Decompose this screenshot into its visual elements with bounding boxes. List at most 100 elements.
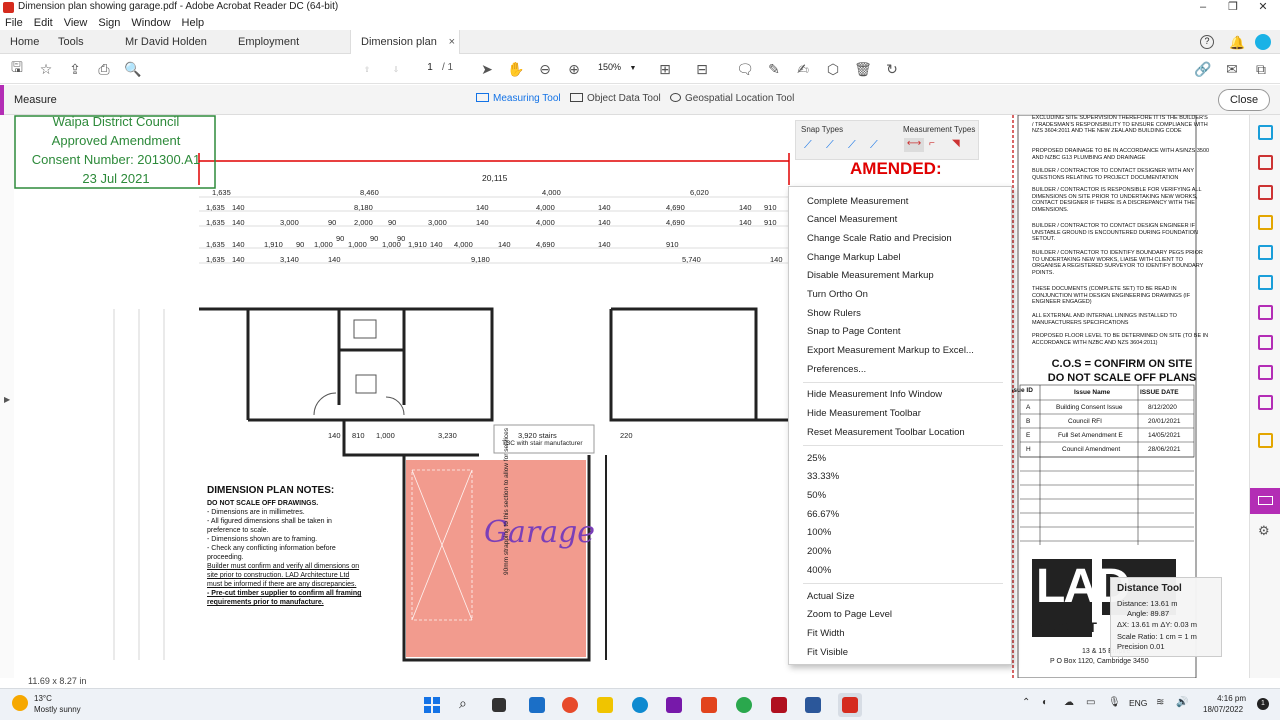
snap-to-path-icon[interactable]: ⟋ [804,139,812,152]
scan-ocr-icon[interactable] [1258,245,1273,260]
menu-zoom-200[interactable]: 200% [807,546,831,557]
menu-zoom-50[interactable]: 50% [807,490,826,501]
protect-icon[interactable] [1258,335,1273,350]
help-icon[interactable]: ? [1200,35,1214,49]
distance-tool-info-window[interactable]: Distance Tool Distance: 13.61 m Angle: 8… [1110,577,1222,657]
notification-bell-icon[interactable]: 🔔 [1229,35,1245,51]
edit-tool-icon[interactable] [1258,365,1273,380]
battery-icon[interactable]: ▭ [1086,697,1095,708]
onedrive-icon[interactable]: ☁ [1064,697,1074,708]
taskbar-search-icon[interactable]: ⌕ [459,695,467,712]
perimeter-tool-icon[interactable]: ⌐ [929,138,935,149]
tab-dimension-plan[interactable]: Dimension plan sh... × [350,30,460,72]
menu-zoom-400[interactable]: 400% [807,565,831,576]
microphone-icon[interactable]: 🎙 [1108,697,1121,708]
tab-home[interactable]: Home [0,30,50,54]
menu-fit-width[interactable]: Fit Width [807,628,844,639]
menu-zoom-33[interactable]: 33.33% [807,471,839,482]
menu-hide-toolbar[interactable]: Hide Measurement Toolbar [807,408,921,419]
menu-complete-measurement[interactable]: Complete Measurement [807,196,908,207]
menu-window[interactable]: Window [126,16,176,31]
tab-employment-contract[interactable]: Employment contra... [228,30,340,72]
minimize-button[interactable]: – [1188,0,1218,15]
maximize-button[interactable]: ❐ [1218,0,1248,15]
page-fit-icon[interactable]: ⊞ [656,60,674,78]
tab-close-icon[interactable]: × [449,30,455,54]
export-pdf-icon[interactable] [1258,125,1273,140]
menu-hide-info-window[interactable]: Hide Measurement Info Window [807,389,942,400]
upload-cloud-icon[interactable]: ⇪ [66,60,84,78]
more-tools-icon[interactable]: ⧉ [1252,60,1270,78]
menu-zoom-to-page[interactable]: Zoom to Page Level [807,609,892,620]
close-window-button[interactable]: ✕ [1248,0,1278,15]
mail-icon[interactable]: ✉ [1223,60,1241,78]
menu-show-rulers[interactable]: Show Rulers [807,308,861,319]
menu-actual-size[interactable]: Actual Size [807,591,855,602]
onenote-icon[interactable] [666,697,682,713]
page-up-icon[interactable]: ⇧ [358,60,376,78]
tab-mr-david-holden[interactable]: Mr David Holden [115,30,225,54]
menu-file[interactable]: File [0,16,29,31]
account-avatar[interactable] [1255,34,1271,50]
fill-sign-icon[interactable] [1258,305,1273,320]
tray-app-icon[interactable]: ◐ [1042,697,1048,708]
menu-preferences[interactable]: Preferences... [807,364,866,375]
expand-left-panel-icon[interactable]: ▶ [4,395,10,404]
edit-pdf-icon[interactable]: ⬡ [824,60,842,78]
delete-icon[interactable]: 🗑 [854,60,872,78]
search-icon[interactable]: 🔍 [124,60,142,78]
snap-to-midpoint-icon[interactable]: ⟋ [848,139,856,152]
bookmark-star-icon[interactable]: ☆ [37,60,55,78]
send-sign-icon[interactable] [1258,395,1273,410]
acrobat-taskbar-button[interactable] [838,693,862,717]
hand-tool-icon[interactable]: ✋ [507,60,525,78]
menu-view[interactable]: View [59,16,94,31]
menu-change-markup-label[interactable]: Change Markup Label [807,252,900,263]
page-down-icon[interactable]: ⇩ [387,60,405,78]
scroll-mode-icon[interactable]: ⊟ [693,60,711,78]
menu-edit[interactable]: Edit [29,16,59,31]
measuring-tool-button[interactable]: Measuring Tool [476,93,561,104]
tools-settings-icon[interactable]: ⚙ [1258,523,1270,539]
geospatial-tool-button[interactable]: Geospatial Location Tool [670,93,794,104]
edge-icon[interactable] [632,697,648,713]
menu-zoom-66[interactable]: 66.67% [807,509,839,520]
area-tool-icon[interactable]: ◥ [952,138,960,149]
menu-fit-visible[interactable]: Fit Visible [807,647,848,658]
volume-icon[interactable]: 🔊 [1176,697,1188,708]
distance-tool-icon[interactable]: ⟷ [904,138,924,152]
green-app-icon[interactable] [736,697,752,713]
rotate-icon[interactable]: ↻ [883,60,901,78]
weather-sun-icon[interactable] [12,695,28,711]
menu-zoom-25[interactable]: 25% [807,453,826,464]
xero-icon[interactable] [771,697,787,713]
wifi-icon[interactable]: ≋ [1156,697,1164,708]
outlook-icon[interactable] [529,697,545,713]
notification-center-icon[interactable]: 1 [1257,698,1269,710]
comment-icon[interactable]: 🗨 [736,60,754,78]
create-pdf-icon[interactable] [1258,185,1273,200]
tray-chevron-icon[interactable]: ⌃ [1022,697,1030,708]
office-icon[interactable] [701,697,717,713]
highlight-pen-icon[interactable]: ✎ [765,60,783,78]
word-icon[interactable] [805,697,821,713]
clock-date[interactable]: 18/07/2022 [1203,705,1243,714]
organize-pages-icon[interactable] [1258,155,1273,170]
zoom-out-icon[interactable]: ⊖ [536,60,554,78]
menu-help[interactable]: Help [177,16,211,31]
snap-to-endpoint-icon[interactable]: ⟋ [826,139,834,152]
select-cursor-icon[interactable]: ➤ [478,60,496,78]
link-icon[interactable]: 🔗 [1194,60,1212,78]
menu-cancel-measurement[interactable]: Cancel Measurement [807,214,897,225]
file-explorer-icon[interactable] [597,697,613,713]
chrome-icon[interactable] [562,697,578,713]
tab-tools[interactable]: Tools [48,30,108,54]
pdf-page[interactable]: Waipa District Council Approved Amendmen… [14,115,1249,678]
menu-sign[interactable]: Sign [93,16,126,31]
export-tool-icon[interactable] [1258,433,1273,448]
language-indicator[interactable]: ENG [1129,698,1147,708]
comment-tool-icon[interactable] [1258,215,1273,230]
task-view-icon[interactable] [492,698,506,712]
clock-time[interactable]: 4:16 pm [1206,694,1246,703]
combine-files-icon[interactable] [1258,275,1273,290]
